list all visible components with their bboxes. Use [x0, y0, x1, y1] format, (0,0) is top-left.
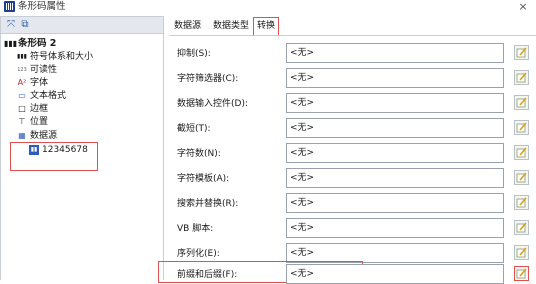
- close-button[interactable]: ×: [516, 0, 530, 14]
- tree-toolbar: ⤧ ⧉: [0, 16, 164, 34]
- row-char-count: 字符数(N): <无>: [169, 143, 536, 163]
- edit-icon: [516, 222, 527, 233]
- edit-icon: [516, 72, 527, 83]
- row-label: 抑制(S):: [177, 49, 211, 59]
- property-tree: ▮▮▮条形码 2 ▮▮▮ 符号体系和大小 123 可读性 A² 字体 ▭ 文本格式 □ 边…: [0, 34, 164, 280]
- row-suppress: 抑制(S): <无>: [169, 43, 536, 63]
- tree-item-label: 文本格式: [30, 91, 67, 101]
- barcode-bars-icon: ▮▮▮: [17, 53, 27, 60]
- tree-item-label: 可读性: [30, 65, 58, 75]
- edit-button[interactable]: [514, 245, 529, 260]
- tree-item-readability[interactable]: 123 可读性: [16, 64, 57, 76]
- tree-item-label: 位置: [30, 117, 49, 127]
- numbers-icon: 123: [17, 67, 27, 73]
- tab-data-source[interactable]: 数据源: [171, 18, 204, 34]
- border-icon: □: [18, 104, 26, 113]
- search-replace-field[interactable]: <无>: [286, 193, 504, 213]
- tree-item-font[interactable]: A² 字体: [16, 77, 48, 89]
- edit-button[interactable]: [514, 195, 529, 210]
- serialize-field[interactable]: <无>: [286, 243, 504, 263]
- prefix-suffix-field[interactable]: <无>: [286, 264, 504, 284]
- tree-item-label: 字体: [30, 78, 49, 88]
- data-source-icon: ▦: [18, 131, 26, 140]
- row-input-control: 数据输入控件(D): <无>: [169, 93, 536, 113]
- text-format-icon: ▭: [18, 91, 26, 100]
- char-count-field[interactable]: <无>: [286, 143, 504, 163]
- row-label: 数据输入控件(D):: [177, 99, 248, 109]
- input-control-field[interactable]: <无>: [286, 93, 504, 113]
- tree-item-position[interactable]: ⊤ 位置: [16, 116, 49, 128]
- position-icon: ⊤: [18, 117, 26, 126]
- row-serialize: 序列化(E): <无>: [169, 243, 536, 263]
- transform-panel: 抑制(S): <无> 字符筛选器(C): <无> 数据输入控件(D): <无> …: [158, 35, 536, 284]
- tree-root-label: 条形码 2: [18, 38, 57, 49]
- row-char-filter: 字符筛选器(C): <无>: [169, 68, 536, 88]
- tab-transform[interactable]: 转换: [253, 17, 280, 35]
- row-label: 前缀和后缀(F):: [177, 270, 238, 280]
- tab-data-type[interactable]: 数据类型: [210, 18, 252, 34]
- font-icon: A²: [17, 78, 27, 87]
- edit-icon: [516, 147, 527, 158]
- edit-icon: [516, 197, 527, 208]
- row-label: 字符数(N):: [177, 149, 221, 159]
- row-label: 搜索并替换(R):: [177, 199, 239, 209]
- row-truncate: 截短(T): <无>: [169, 118, 536, 138]
- prefix-suffix-edit-button[interactable]: [514, 266, 529, 281]
- tree-item-text-format[interactable]: ▭ 文本格式: [16, 90, 66, 102]
- title-bar: 条形码属性 ×: [0, 0, 536, 14]
- row-char-template: 字符模板(A): <无>: [169, 168, 536, 188]
- copy-icon[interactable]: ⧉: [19, 19, 31, 31]
- tree-root[interactable]: ▮▮▮条形码 2: [4, 38, 56, 50]
- expand-icon[interactable]: ⤧: [5, 19, 17, 31]
- edit-icon: [516, 97, 527, 108]
- tree-item-label: 边框: [30, 104, 49, 114]
- barcode-icon: ▮▮▮: [4, 39, 18, 48]
- tree-item-symbology[interactable]: ▮▮▮ 符号体系和大小: [16, 51, 93, 63]
- row-label: 字符筛选器(C):: [177, 74, 239, 84]
- edit-button[interactable]: [514, 220, 529, 235]
- char-filter-field[interactable]: <无>: [286, 68, 504, 88]
- tree-item-border[interactable]: □ 边框: [16, 103, 48, 115]
- edit-icon: [516, 122, 527, 133]
- edit-button[interactable]: [514, 145, 529, 160]
- row-label: VB 脚本:: [177, 224, 214, 234]
- vb-script-field[interactable]: <无>: [286, 218, 504, 238]
- suppress-field[interactable]: <无>: [286, 43, 504, 63]
- edit-icon: [516, 47, 527, 58]
- edit-button[interactable]: [514, 70, 529, 85]
- edit-icon: [516, 247, 527, 258]
- barcode-app-icon: [4, 1, 15, 12]
- row-search-replace: 搜索并替换(R): <无>: [169, 193, 536, 213]
- data-source-highlight: [10, 142, 98, 171]
- tree-item-label: 数据源: [30, 131, 58, 141]
- row-label: 序列化(E):: [177, 249, 220, 259]
- edit-button[interactable]: [514, 120, 529, 135]
- char-template-field[interactable]: <无>: [286, 168, 504, 188]
- edit-icon: [516, 268, 527, 279]
- window-title: 条形码属性: [18, 1, 66, 12]
- tree-item-label: 符号体系和大小: [30, 52, 94, 62]
- row-prefix-suffix: 前缀和后缀(F): <无>: [158, 261, 536, 284]
- edit-button[interactable]: [514, 170, 529, 185]
- edit-button[interactable]: [514, 95, 529, 110]
- row-label: 截短(T):: [177, 124, 211, 134]
- row-vb-script: VB 脚本: <无>: [169, 218, 536, 238]
- row-label: 字符模板(A):: [177, 174, 230, 184]
- edit-icon: [516, 172, 527, 183]
- edit-button[interactable]: [514, 45, 529, 60]
- tree-item-data-source[interactable]: ▦ 数据源: [16, 130, 57, 142]
- truncate-field[interactable]: <无>: [286, 118, 504, 138]
